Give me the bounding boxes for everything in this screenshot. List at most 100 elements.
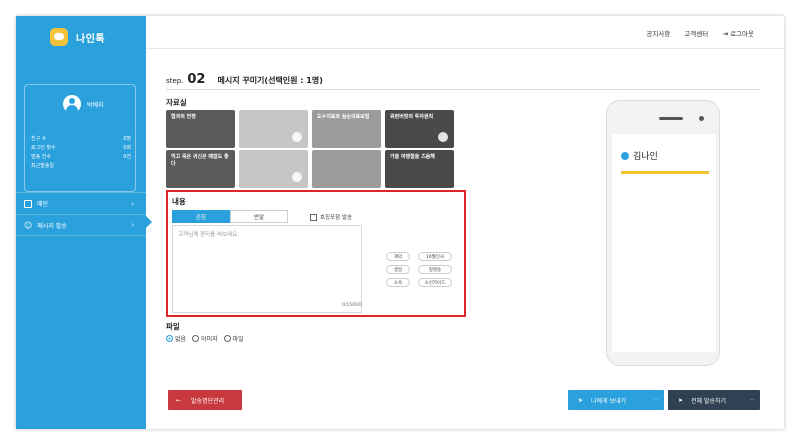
sidebar-item-send-message[interactable]: ☺ 메시지 발송 › (16, 214, 146, 236)
template-pill[interactable]: 10월인사 (418, 252, 452, 261)
tab-honorific[interactable]: 존칭 (172, 210, 230, 223)
recipient-name: 김나인 (633, 152, 658, 162)
avatar-icon (63, 95, 81, 113)
app-window: 나인톡 박예지 친구 수 0명 로그인 횟수 0회 발송 건수 0건 최근발송일… (16, 16, 784, 429)
stat-row: 로그인 횟수 0회 (31, 144, 131, 153)
user-icon: ☺ (24, 220, 33, 230)
content-heading: 내용 (172, 197, 186, 206)
page-title: step. 02 메시지 꾸미기(선택인원 : 1명) (166, 72, 323, 87)
stat-value: 0회 (123, 145, 131, 151)
material-thumb[interactable]: 워런버핏의 투자원칙 (385, 110, 454, 148)
logout-label: 로그아웃 (730, 30, 754, 38)
top-nav: 공지사항 고객센터 ⇥ 로그아웃 (646, 28, 754, 38)
send-to-me-button[interactable]: ➤ 나에게 보내기 ·· (568, 390, 664, 410)
notice-link[interactable]: 공지사항 (646, 28, 670, 38)
app-title: 나인톡 (76, 33, 106, 45)
divider (146, 48, 784, 49)
chevron-right-icon: › (131, 199, 134, 208)
template-pill[interactable]: 소속 (386, 278, 410, 287)
thumb-icon (292, 172, 302, 182)
material-thumb[interactable]: 먹고 죽은 귀신은 때깔도 좋다 (166, 150, 235, 188)
material-thumb[interactable] (239, 110, 308, 148)
profile: 박예지 (63, 95, 104, 113)
radio-none[interactable]: 없음 (166, 334, 186, 343)
divider (166, 89, 760, 90)
sidebar-item-main[interactable]: 메인 › (16, 192, 146, 214)
sidebar: 나인톡 박예지 친구 수 0명 로그인 횟수 0회 발송 건수 0건 최근발송일… (16, 16, 146, 429)
materials-heading: 자료실 (166, 98, 187, 107)
template-pill[interactable]: 소신가이드 (418, 278, 452, 287)
content-section: 내용 존칭 반말 호칭포함 발송 고객님께 편지를 써보세요. 0/1500자 … (166, 190, 466, 317)
material-thumb[interactable]: 협과의 전쟁 (166, 110, 235, 148)
stat-row: 발송 건수 0건 (31, 153, 131, 162)
chevron-icon: ·· (750, 396, 754, 404)
preview-recipient: 김나인 (621, 149, 658, 162)
step-title: 메시지 꾸미기(선택인원 : 1명) (217, 76, 323, 85)
sidebar-item-label: 메시지 발송 (37, 222, 67, 230)
button-label: 전체 발송하기 (691, 397, 727, 405)
button-label: 나에게 보내기 (591, 397, 627, 405)
sidebar-item-label: 메인 (37, 201, 49, 208)
include-title-checkbox[interactable]: 호칭포함 발송 (310, 213, 352, 221)
step-label: step. (166, 77, 184, 85)
template-pill[interactable]: 생일 (386, 265, 410, 274)
profile-name: 박예지 (87, 101, 104, 109)
radio-label: 이미지 (201, 336, 218, 343)
radio-label: 없음 (175, 336, 187, 343)
thumb-title: 협과의 전쟁 (171, 114, 196, 120)
material-thumb[interactable] (312, 150, 381, 188)
phone-screen: 김나인 (612, 134, 716, 352)
material-thumb[interactable]: 도수치료와 실손의료보험 (312, 110, 381, 148)
tab-casual[interactable]: 반말 (230, 210, 288, 223)
preview-accent-bar (621, 171, 709, 174)
chat-logo-icon (50, 28, 68, 46)
material-thumb[interactable] (239, 150, 308, 188)
support-link[interactable]: 고객센터 (684, 28, 708, 38)
template-pill[interactable]: 계약 (386, 252, 410, 261)
stat-label: 최근발송일 (31, 163, 55, 169)
material-thumb[interactable]: 가을 여행철을 즈음해 (385, 150, 454, 188)
checkbox-box (310, 213, 317, 221)
thumb-icon (438, 132, 448, 142)
recipient-list-button[interactable]: ← 발송명단관리 (168, 390, 242, 410)
thumb-title: 먹고 죽은 귀신은 때깔도 좋다 (171, 154, 229, 167)
chevron-icon: ·· (654, 396, 658, 404)
step-number: 02 (187, 72, 206, 87)
radio-dot (223, 335, 231, 342)
paper-plane-icon: ➤ (578, 396, 584, 404)
stat-label: 발송 건수 (31, 154, 51, 160)
stat-row: 친구 수 0명 (31, 135, 131, 144)
thumb-icon (292, 132, 302, 142)
textarea-placeholder: 고객님께 편지를 써보세요. (178, 232, 239, 238)
file-heading: 파일 (166, 322, 180, 331)
radio-dot (166, 335, 173, 342)
message-textarea[interactable]: 고객님께 편지를 써보세요. (172, 225, 362, 313)
thumb-title: 워런버핏의 투자원칙 (390, 114, 434, 120)
logout-link[interactable]: ⇥ 로그아웃 (722, 28, 754, 38)
char-counter: 0/1500자 (342, 303, 362, 308)
phone-speaker (659, 117, 683, 120)
phone-preview: 김나인 (606, 100, 720, 366)
active-indicator (146, 216, 152, 228)
chevron-right-icon: › (131, 221, 134, 229)
paper-plane-icon: ➤ (678, 396, 684, 404)
home-icon (24, 199, 32, 208)
stat-label: 로그인 횟수 (31, 145, 56, 151)
logout-icon: ⇥ (722, 30, 729, 38)
phone-camera (699, 116, 704, 121)
tone-tabs: 존칭 반말 (172, 210, 288, 223)
radio-file[interactable]: 파일 (223, 334, 244, 343)
radio-dot (192, 335, 200, 342)
radio-image[interactable]: 이미지 (192, 334, 218, 343)
radio-label: 파일 (232, 336, 244, 343)
stat-label: 친구 수 (31, 136, 47, 142)
profile-card: 박예지 친구 수 0명 로그인 횟수 0회 발송 건수 0건 최근발송일 (24, 84, 136, 192)
checkbox-label: 호칭포함 발송 (320, 215, 353, 221)
arrow-left-icon: ← (176, 396, 182, 404)
app-logo[interactable]: 나인톡 (50, 28, 105, 46)
send-all-button[interactable]: ➤ 전체 발송하기 ·· (668, 390, 760, 410)
file-type-radios: 없음 이미지 파일 (166, 334, 244, 343)
template-pill[interactable]: 청명송 (418, 265, 452, 274)
stats-list: 친구 수 0명 로그인 횟수 0회 발송 건수 0건 최근발송일 (31, 135, 131, 171)
user-icon (621, 151, 629, 160)
